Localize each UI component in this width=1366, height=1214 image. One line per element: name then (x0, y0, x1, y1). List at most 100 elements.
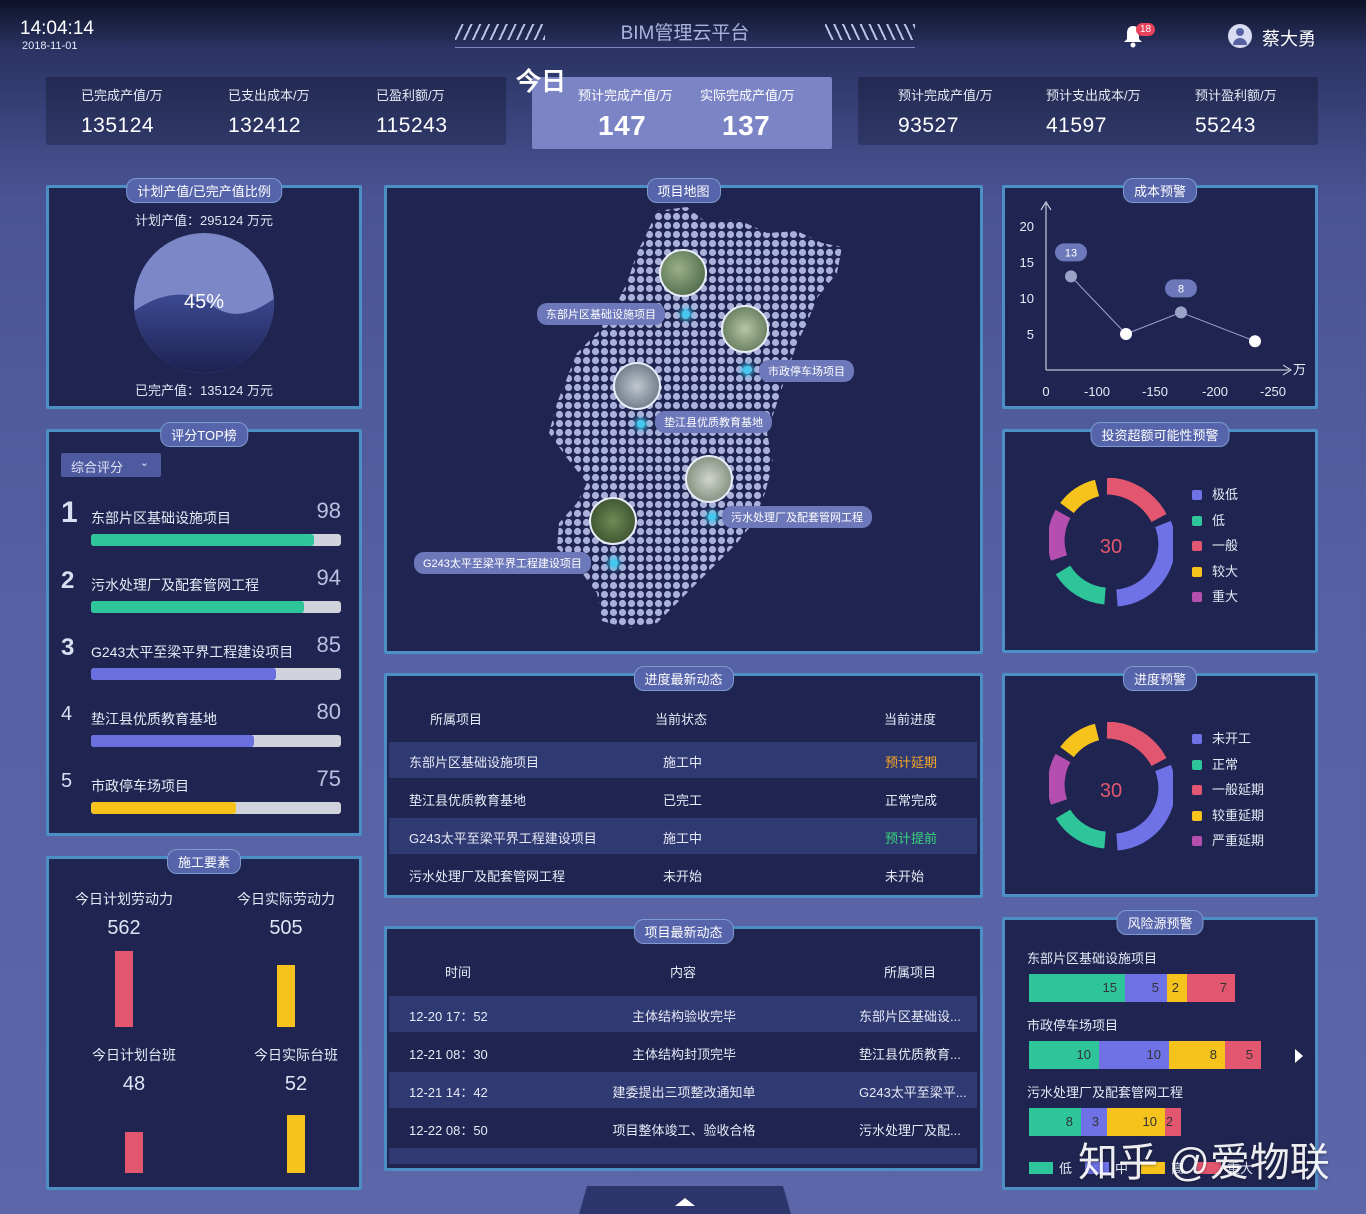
investment-donut-chart: 30 (1049, 478, 1173, 607)
project-photo[interactable] (659, 249, 707, 297)
project-photo[interactable] (685, 455, 733, 503)
user-name[interactable]: 蔡大勇 (1262, 25, 1316, 51)
data-point (1175, 306, 1187, 319)
panel-title: 施工要素 (166, 849, 242, 874)
risk-segment: 5 (1225, 1041, 1261, 1069)
risk-stacked-bar[interactable]: 15 5 2 7 (1029, 974, 1235, 1002)
expand-panel-button[interactable] (579, 1186, 791, 1214)
legend-item[interactable]: 严重延期 (1192, 830, 1264, 849)
cell-time: 12-22 08：50 (409, 1123, 488, 1138)
legend-label: 一般 (1212, 538, 1239, 553)
table-row[interactable]: 12-21 14：42 建委提出三项整改通知单 G243太平至梁平... (389, 1072, 977, 1108)
cell-state: 施工中 (663, 755, 703, 770)
dropdown-value: 综合评分 (71, 460, 124, 475)
column-header: 当前进度 (884, 712, 937, 727)
cost-warning-panel: 成本预警 万 20 15 10 5 0 -100 -150 -200 -250 13 8 (1002, 178, 1318, 409)
score-type-dropdown[interactable]: 综合评分 ⌄ (61, 453, 161, 477)
rank-number: 5 (61, 770, 73, 792)
score-bar-fill (91, 601, 304, 613)
legend-label: 重大 (1212, 589, 1239, 604)
y-tick-label: 15 (1020, 255, 1034, 270)
legend-item[interactable]: 重大 (1192, 586, 1238, 605)
table-row[interactable]: 垫江县优质教育基地 已完工 正常完成 (389, 780, 977, 816)
donut-center-value: 30 (1100, 780, 1122, 802)
risk-stacked-bar[interactable]: 10 10 8 5 (1029, 1041, 1261, 1069)
cell-content: 主体结构封顶完毕 (631, 1047, 736, 1062)
rank-project-name: 污水处理厂及配套管网工程 (91, 577, 259, 593)
legend-label: 一般延期 (1212, 782, 1265, 797)
map-pin[interactable] (610, 559, 618, 567)
labor-metric: 今日实际台班 52 (241, 1045, 351, 1173)
user-avatar-icon[interactable] (1228, 24, 1252, 48)
rank-score: 80 (316, 699, 341, 724)
next-arrow-icon[interactable] (1293, 1048, 1305, 1064)
legend-label: 较重延期 (1212, 807, 1265, 823)
stat-value: 132412 (228, 114, 302, 137)
risk-project-name: 东部片区基础设施项目 (1027, 951, 1158, 966)
rank-number: 4 (61, 703, 73, 725)
labor-value: 562 (107, 917, 141, 939)
table-row[interactable]: 12-22 08：50 项目整体竣工、验收合格 污水处理厂及配... (389, 1110, 977, 1146)
x-tick-label: -150 (1142, 384, 1168, 399)
legend-item[interactable]: 较重延期 (1192, 805, 1264, 824)
map-pin[interactable] (708, 513, 716, 521)
legend-label: 极低 (1212, 487, 1239, 502)
rank-score: 75 (316, 766, 341, 791)
ranking-item[interactable]: 4 垫江县优质教育基地 80 (61, 699, 341, 759)
y-tick-label: 20 (1020, 219, 1034, 234)
legend-item[interactable]: 一般 (1192, 535, 1238, 554)
score-bar-track (91, 668, 341, 680)
map-label[interactable]: 垫江县优质教育基地 (655, 411, 772, 433)
ranking-item[interactable]: 3 G243太平至梁平界工程建设项目 85 (61, 632, 341, 692)
panel-title: 项目地图 (646, 178, 721, 203)
project-photo[interactable] (613, 362, 661, 410)
legend-label: 较大 (1212, 563, 1239, 579)
ranking-item[interactable]: 1 东部片区基础设施项目 98 (61, 496, 341, 558)
risk-project-name: 污水处理厂及配套管网工程 (1027, 1085, 1184, 1100)
project-photo[interactable] (589, 497, 637, 545)
legend-swatch (1192, 759, 1202, 770)
cell-project: 垫江县优质教育基地 (409, 793, 527, 808)
labor-metric: 今日计划台班 48 (79, 1045, 189, 1173)
rank-number: 2 (61, 567, 75, 594)
legend-item[interactable]: 低 (1029, 1158, 1072, 1177)
legend-label: 低 (1059, 1161, 1073, 1176)
legend-item[interactable]: 正常 (1192, 754, 1238, 773)
table-row[interactable]: 12-21 08：30 主体结构封顶完毕 垫江县优质教育... (389, 1034, 977, 1070)
map-pin[interactable] (682, 310, 690, 318)
map-label[interactable]: 市政停车场项目 (759, 360, 854, 382)
risk-segment: 8 (1169, 1041, 1225, 1069)
legend-item[interactable]: 低 (1192, 510, 1225, 529)
table-row[interactable]: 东部片区基础设施项目 施工中 预计延期 (389, 742, 977, 778)
map-label[interactable]: 污水处理厂及配套管网工程 (722, 506, 872, 528)
legend-item[interactable]: 未开工 (1192, 728, 1251, 747)
table-row[interactable]: 12-20 17：52 主体结构验收完毕 东部片区基础设... (389, 996, 977, 1032)
legend-item[interactable]: 一般延期 (1192, 779, 1264, 798)
legend-item[interactable]: 较大 (1192, 561, 1238, 580)
column-header: 当前状态 (655, 712, 708, 727)
labor-value: 505 (269, 917, 303, 939)
risk-segment: 2 (1167, 974, 1187, 1002)
legend-item[interactable]: 极低 (1192, 484, 1238, 503)
project-photo[interactable] (721, 305, 769, 353)
map-pin[interactable] (743, 366, 751, 374)
cost-line-chart: 万 20 15 10 5 0 -100 -150 -200 -250 13 8 (1020, 201, 1306, 399)
project-news-panel: 项目最新动态 时间 内容 所属项目 12-20 17：52 主体结构验收完毕 东部片… (384, 919, 983, 1171)
labor-label: 今日计划劳动力 (75, 891, 173, 907)
ranking-item[interactable]: 2 污水处理厂及配套管网工程 94 (61, 565, 341, 625)
title-decoration-right (825, 24, 915, 40)
map-label[interactable]: 东部片区基础设施项目 (537, 303, 665, 325)
ranking-item[interactable]: 5 市政停车场项目 75 (61, 766, 341, 826)
table-row-empty (389, 1148, 977, 1164)
table-row[interactable]: G243太平至梁平界工程建设项目 施工中 预计提前 (389, 818, 977, 854)
map-pin[interactable] (637, 420, 645, 428)
cell-progress: 未开始 (885, 869, 925, 884)
panel-title: 项目最新动态 (633, 919, 734, 944)
today-heading: 今日 (516, 68, 567, 96)
table-row[interactable]: 污水处理厂及配套管网工程 未开始 未开始 (389, 856, 977, 892)
cell-progress: 正常完成 (885, 793, 938, 808)
map-label[interactable]: G243太平至梁平界工程建设项目 (414, 552, 591, 574)
labor-bar (277, 965, 295, 1027)
labor-bar (115, 951, 133, 1027)
cell-project: 东部片区基础设施项目 (409, 755, 540, 770)
